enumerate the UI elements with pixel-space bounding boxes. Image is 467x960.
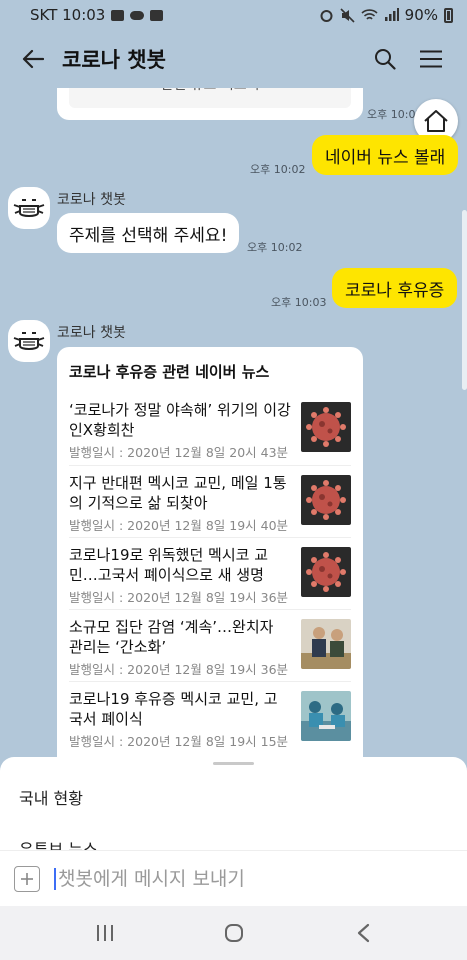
- bot-avatar[interactable]: [8, 320, 50, 362]
- mask-face-icon: [13, 199, 45, 217]
- bot-message-bubble: 주제를 선택해 주세요!: [57, 213, 240, 253]
- recent-apps-icon: [96, 925, 113, 941]
- app-header: 코로나 챗봇: [0, 30, 467, 88]
- home-circle-icon: [224, 924, 243, 942]
- gallery-icon: [111, 9, 125, 21]
- notification-icon: [150, 9, 164, 21]
- back-arrow-icon[interactable]: [16, 42, 50, 76]
- chat-title: 코로나 챗봇: [62, 48, 166, 72]
- timestamp: 오후 10:02: [250, 163, 306, 176]
- news-headline: 소규모 집단 감염 ‘계속’…완치자 관리는 ‘간소화’: [69, 618, 274, 656]
- timestamp: 오후 10:02: [247, 241, 303, 254]
- news-item[interactable]: 소규모 집단 감염 ‘계속’…완치자 관리는 ‘간소화’ 발행일시 : 2020…: [69, 609, 351, 681]
- hospital-thumbnail: [301, 691, 351, 741]
- bot-avatar[interactable]: [8, 187, 50, 229]
- news-headline: 코로나19로 위독했던 멕시코 교민…고국서 폐이식으로 새 생명: [69, 546, 268, 584]
- news-card: 코로나 후유증 관련 네이버 뉴스 ‘코로나가 정말 야속해’ 위기의 이강인X…: [57, 347, 363, 768]
- virus-thumbnail: [301, 402, 351, 452]
- mask-face-icon: [13, 332, 45, 350]
- quick-reply-item[interactable]: 국내 현황: [19, 785, 83, 809]
- plus-icon: [21, 872, 33, 885]
- mute-icon: [340, 7, 355, 23]
- my-message-bubble: 네이버 뉴스 볼래: [312, 135, 459, 175]
- sender-name: 코로나 챗봇: [57, 325, 126, 341]
- news-item[interactable]: 코로나19로 위독했던 멕시코 교민…고국서 폐이식으로 새 생명 발행일시 :…: [69, 537, 351, 609]
- sender-name: 코로나 챗봇: [57, 192, 126, 208]
- news-date: 발행일시 : 2020년 12월 8일 19시 40분: [69, 518, 289, 533]
- recent-apps-button[interactable]: [80, 913, 130, 953]
- status-right: 90%: [319, 6, 453, 24]
- system-nav-bar: [0, 906, 467, 960]
- back-chevron-icon: [357, 923, 369, 943]
- news-date: 발행일시 : 2020년 12월 8일 19시 36분: [69, 662, 289, 677]
- alarm-icon: [320, 9, 333, 22]
- news-item[interactable]: 지구 반대편 멕시코 교민, 메일 1통의 기적으로 삶 되찾아 발행일시 : …: [69, 465, 351, 537]
- status-left: SKT 10:03: [30, 6, 164, 24]
- timestamp: 오후 10:03: [271, 296, 327, 309]
- scrollbar[interactable]: [462, 210, 467, 390]
- news-headline: ‘코로나가 정말 야속해’ 위기의 이강인X황희찬: [69, 401, 291, 439]
- back-nav-button[interactable]: [338, 913, 388, 953]
- news-headline: 코로나19 후유증 멕시코 교민, 고국서 폐이식: [69, 690, 278, 728]
- quick-reply-sheet: 국내 현황 유튜브 뉴스: [0, 757, 467, 857]
- news-date: 발행일시 : 2020년 12월 8일 19시 15분: [69, 734, 289, 749]
- news-date: 발행일시 : 2020년 12월 8일 20시 43분: [69, 445, 289, 460]
- previous-card: 관련 뉴스 더보기: [57, 88, 363, 120]
- attach-button[interactable]: [14, 865, 40, 892]
- news-headline: 지구 반대편 멕시코 교민, 메일 1통의 기적으로 삶 되찾아: [69, 474, 287, 512]
- meeting-thumbnail: [301, 619, 351, 669]
- home-icon: [424, 110, 448, 132]
- message-input[interactable]: [54, 867, 434, 890]
- sheet-drag-handle[interactable]: [213, 762, 254, 765]
- wifi-icon: [361, 9, 378, 20]
- message-input-bar: [0, 850, 467, 906]
- battery-level: 90%: [404, 6, 438, 24]
- news-item[interactable]: 코로나19 후유증 멕시코 교민, 고국서 폐이식 발행일시 : 2020년 1…: [69, 681, 351, 753]
- status-bar: SKT 10:03 90%: [0, 0, 467, 30]
- more-news-button[interactable]: 관련 뉴스 더보기: [69, 88, 351, 108]
- signal-icon: [384, 8, 399, 21]
- news-date: 발행일시 : 2020년 12월 8일 19시 36분: [69, 590, 289, 605]
- search-icon[interactable]: [365, 39, 405, 79]
- battery-icon: [444, 7, 453, 23]
- menu-icon[interactable]: [411, 39, 451, 79]
- my-message-bubble: 코로나 후유증: [332, 268, 458, 308]
- carrier-time: SKT 10:03: [30, 6, 106, 24]
- virus-thumbnail: [301, 475, 351, 525]
- home-nav-button[interactable]: [209, 913, 259, 953]
- news-card-title: 코로나 후유증 관련 네이버 뉴스: [69, 363, 270, 381]
- news-item[interactable]: ‘코로나가 정말 야속해’ 위기의 이강인X황희찬 발행일시 : 2020년 1…: [69, 393, 351, 465]
- chat-area[interactable]: 관련 뉴스 더보기 오후 10:02 네이버 뉴스 볼래 오후 10:02 코로…: [0, 88, 467, 768]
- cloud-icon: [130, 10, 145, 20]
- virus-thumbnail: [301, 547, 351, 597]
